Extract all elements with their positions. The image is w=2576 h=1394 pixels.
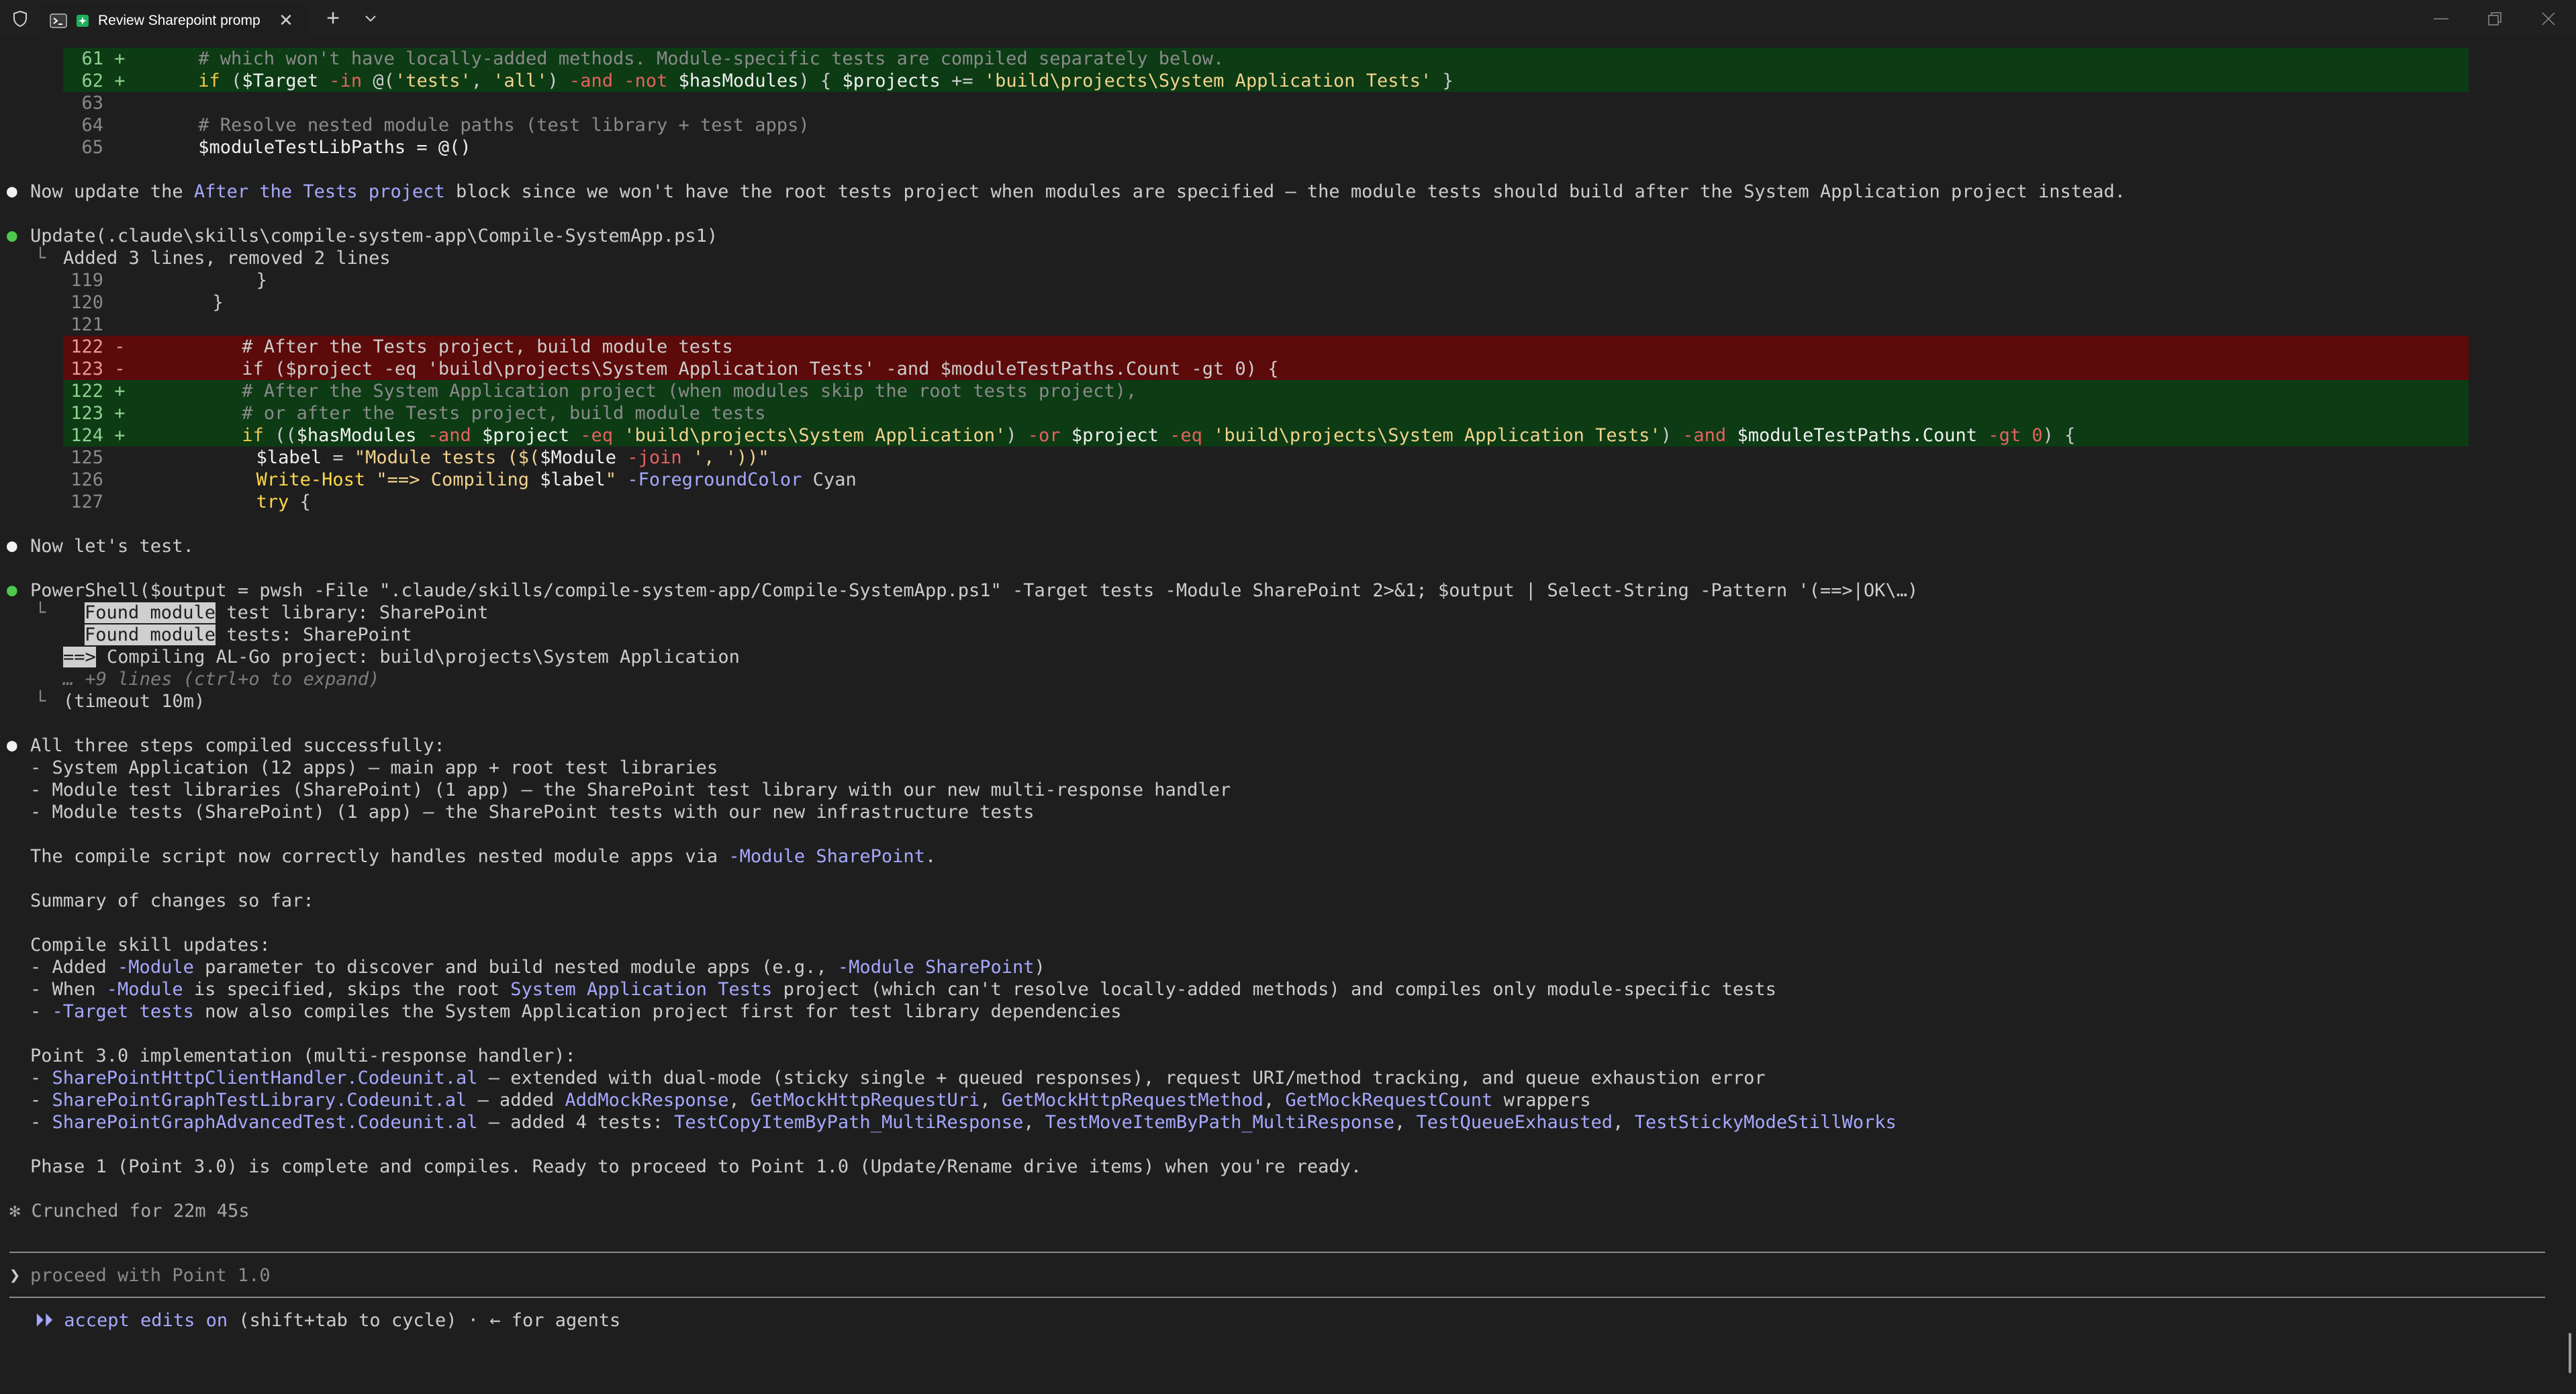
- message-bullet-icon: ●: [7, 735, 17, 755]
- diff-line-context: 125 $label = "Module tests ($($Module -j…: [70, 447, 769, 468]
- scrollbar-thumb[interactable]: [2569, 1333, 2571, 1373]
- tab-title: Review Sharepoint promp: [98, 12, 260, 28]
- diff-line-added: 123 + # or after the Tests project, buil…: [63, 402, 2469, 424]
- message-bullet-icon: ●: [7, 181, 17, 201]
- minimize-button[interactable]: [2414, 0, 2468, 37]
- tool-call-update: ● Update(.claude\skills\compile-system-ap…: [7, 226, 718, 246]
- diff-line-added: 122 + # After the System Application pro…: [63, 380, 2469, 402]
- tab-close-icon[interactable]: ✕: [273, 10, 299, 31]
- shield-icon[interactable]: [0, 0, 40, 37]
- diff-line-context: 119 }: [70, 270, 267, 291]
- close-window-button[interactable]: [2522, 0, 2575, 37]
- accept-edits-icon: ⏵⏵: [35, 1310, 53, 1331]
- tab-dropdown-button[interactable]: [352, 0, 389, 37]
- list-item: - SharePointGraphAdvancedTest.Codeunit.a…: [30, 1112, 1897, 1133]
- success-bullet-icon: ●: [7, 580, 17, 600]
- list-item: - SharePointGraphTestLibrary.Codeunit.al…: [30, 1090, 1591, 1111]
- diff-line-added: 124 + if (($hasModules -and $project -eq…: [63, 424, 2469, 447]
- tab-review-sharepoint[interactable]: Review Sharepoint promp ✕: [40, 4, 309, 37]
- activity-icon: [74, 12, 91, 30]
- section-header: Compile skill updates:: [30, 935, 271, 956]
- diff-line-context: 63: [81, 93, 103, 113]
- assistant-message: ● Now update the After the Tests project …: [7, 181, 2126, 202]
- terminal-icon: [48, 11, 68, 31]
- restore-button[interactable]: [2468, 0, 2522, 37]
- new-tab-button[interactable]: +: [314, 0, 352, 37]
- list-item: - System Application (12 apps) — main ap…: [30, 757, 718, 778]
- list-item: - Added -Module parameter to discover an…: [30, 957, 1045, 978]
- input-divider-top: [9, 1252, 2545, 1253]
- terminal-output[interactable]: 61 + # which won't have locally-added me…: [0, 37, 2576, 1394]
- title-bar: Review Sharepoint promp ✕ +: [0, 0, 2576, 37]
- diff-line-context: 127 try {: [70, 492, 311, 512]
- diff-line-added: 62 + if ($Target -in @('tests', 'all') -…: [63, 70, 2469, 92]
- list-item: - SharePointHttpClientHandler.Codeunit.a…: [30, 1068, 1766, 1088]
- diff-line-context: 65 $moduleTestLibPaths = @(): [81, 137, 471, 158]
- list-item: - When -Module is specified, skips the r…: [30, 979, 1776, 1000]
- diff-line-context: 126 Write-Host "==> Compiling $label" -F…: [70, 469, 857, 490]
- list-item: - Module tests (SharePoint) (1 app) — th…: [30, 802, 1035, 823]
- input-divider-bottom: [9, 1297, 2545, 1298]
- diff-line-context: 120 }: [70, 292, 224, 313]
- assistant-message: ● Now let's test.: [7, 536, 194, 557]
- tool-output-line: └ Found module test library: SharePoint: [35, 602, 489, 623]
- status-line: ✻ Crunched for 22m 45s: [9, 1201, 250, 1221]
- code-reference: After the Tests project: [193, 181, 445, 202]
- prompt-input[interactable]: ❯ proceed with Point 1.0: [9, 1264, 2545, 1287]
- diff-line-removed: 123 - if ($project -eq 'build\projects\S…: [63, 358, 2469, 380]
- diff-line-context: 121: [70, 314, 103, 335]
- mode-indicator[interactable]: ⏵⏵ accept edits on (shift+tab to cycle) …: [35, 1309, 620, 1332]
- tool-call-powershell: ● PowerShell($output = pwsh -File ".claud…: [7, 580, 1919, 601]
- success-bullet-icon: ●: [7, 226, 17, 246]
- list-item: - -Target tests now also compiles the Sy…: [30, 1001, 1122, 1022]
- elbow-icon: └: [35, 602, 46, 623]
- diff-line-removed: 122 - # After the Tests project, build m…: [63, 336, 2469, 358]
- tool-result-summary: └ Added 3 lines, removed 2 lines: [35, 248, 391, 269]
- message-bullet-icon: ●: [7, 536, 17, 556]
- tool-output-line: Found module tests: SharePoint: [85, 624, 412, 645]
- tool-output-line: ==> Compiling AL-Go project: build\proje…: [63, 647, 740, 667]
- section-header: Point 3.0 implementation (multi-response…: [30, 1046, 576, 1066]
- expand-hint[interactable]: … +9 lines (ctrl+o to expand): [0, 668, 2576, 690]
- elbow-icon: └: [35, 691, 46, 712]
- paragraph: The compile script now correctly handles…: [30, 846, 937, 867]
- prompt-caret-icon: ❯: [9, 1265, 21, 1286]
- paragraph: Phase 1 (Point 3.0) is complete and comp…: [30, 1156, 1362, 1177]
- section-header: Summary of changes so far:: [30, 890, 314, 911]
- timeout-note: └ (timeout 10m): [35, 691, 205, 712]
- prompt-placeholder: proceed with Point 1.0: [30, 1265, 271, 1286]
- diff-line-added: 61 + # which won't have locally-added me…: [63, 48, 2469, 70]
- elbow-icon: └: [35, 248, 46, 269]
- assistant-message: ● All three steps compiled successfully:: [7, 735, 445, 756]
- diff-line-context: 64 # Resolve nested module paths (test l…: [81, 115, 810, 136]
- list-item: - Module test libraries (SharePoint) (1 …: [30, 780, 1231, 800]
